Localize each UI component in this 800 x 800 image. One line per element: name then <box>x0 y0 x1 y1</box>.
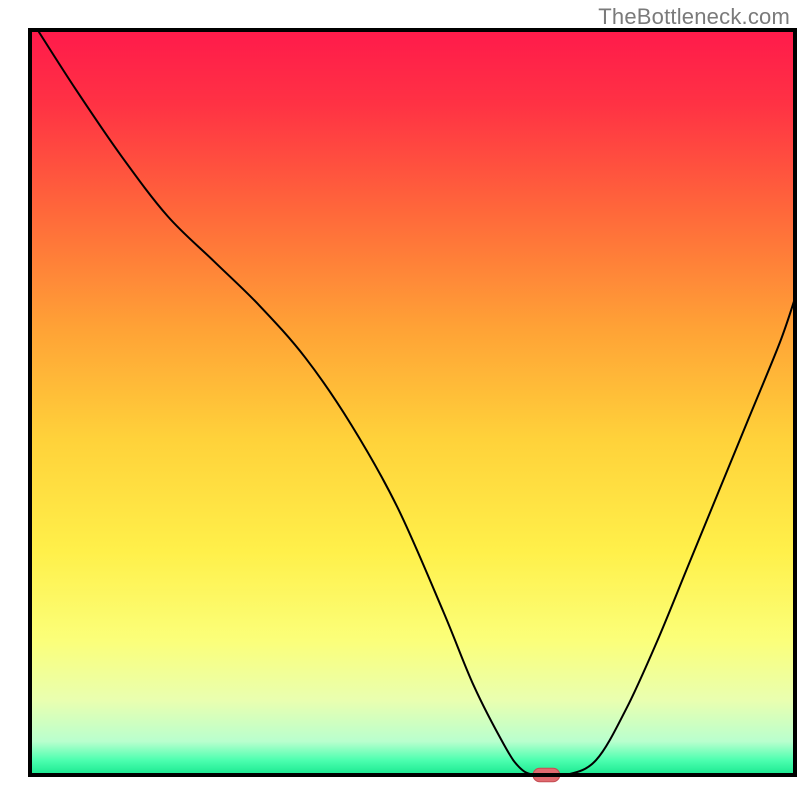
chart-background <box>30 30 795 775</box>
chart-container: TheBottleneck.com <box>0 0 800 800</box>
bottleneck-chart <box>0 0 800 800</box>
watermark-text: TheBottleneck.com <box>598 4 790 30</box>
